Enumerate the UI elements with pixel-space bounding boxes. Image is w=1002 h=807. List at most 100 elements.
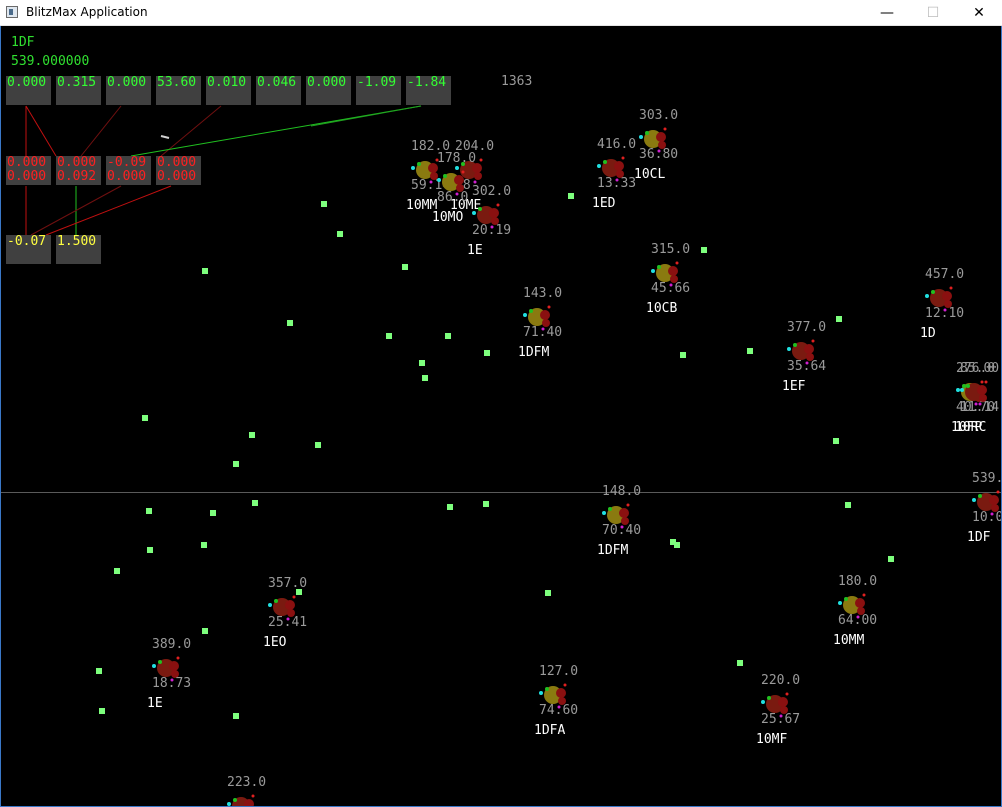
food-pellet xyxy=(568,193,574,199)
food-pellet xyxy=(845,502,851,508)
input-node-7: -1.09 xyxy=(356,76,401,105)
food-pellet xyxy=(422,375,428,381)
creature-species: 1DFM xyxy=(597,543,629,558)
creature-species: 1E xyxy=(147,696,163,711)
output-node-1: 1.500 xyxy=(56,235,101,264)
hidden-node-2: -0.09 0.000 xyxy=(106,156,151,185)
food-pellet xyxy=(737,660,743,666)
food-pellet xyxy=(201,542,207,548)
creature-species: 1DFA xyxy=(534,723,566,738)
food-pellet xyxy=(96,668,102,674)
input-node-6: 0.000 xyxy=(306,76,351,105)
input-node-5: 0.046 xyxy=(256,76,301,105)
food-pellet xyxy=(99,708,105,714)
hidden-node-0: 0.000 0.000 xyxy=(6,156,51,185)
food-pellet xyxy=(484,350,490,356)
creature-energy: 416.0 xyxy=(597,137,637,152)
food-pellet xyxy=(888,556,894,562)
creature-age: 11.14 xyxy=(960,400,1000,415)
simulation-canvas[interactable]: 1DF 539.000000 1363 0.000 0.315 0.000 53.60… xyxy=(1,26,1001,806)
minimize-button[interactable]: — xyxy=(864,0,910,26)
creature-age: 25.41 xyxy=(268,615,308,630)
maximize-button[interactable]: ☐ xyxy=(910,0,956,26)
creature-energy: 180.0 xyxy=(838,574,878,589)
creature-species: 10MF xyxy=(756,732,788,747)
creature-energy: 302.0 xyxy=(472,184,512,199)
food-pellet xyxy=(147,547,153,553)
creature-species: 10CL xyxy=(634,167,666,182)
input-node-8: -1.84 xyxy=(406,76,451,105)
creature-energy: 303.0 xyxy=(639,108,679,123)
creature-age: 13.33 xyxy=(597,176,637,191)
creature-energy: 143.0 xyxy=(523,286,563,301)
population-count: 1363 xyxy=(501,74,533,89)
creature-energy: 357.0 xyxy=(268,576,308,591)
creature-age: 64.00 xyxy=(838,613,878,628)
creature-energy: 178.0 xyxy=(437,151,477,166)
creature-energy: 127.0 xyxy=(539,664,579,679)
close-button[interactable]: ✕ xyxy=(956,0,1002,26)
creature-age: 25.67 xyxy=(761,712,801,727)
food-pellet xyxy=(747,348,753,354)
creature-age: 18.73 xyxy=(152,676,192,691)
creature-energy: 148.0 xyxy=(602,484,642,499)
creature-energy: 539. xyxy=(972,471,1001,486)
food-pellet xyxy=(321,201,327,207)
input-node-3: 53.60 xyxy=(156,76,201,105)
food-pellet xyxy=(337,231,343,237)
food-pellet xyxy=(210,510,216,516)
creature-body xyxy=(227,794,255,806)
input-node-0: 0.000 xyxy=(6,76,51,105)
creature-age: 70.40 xyxy=(602,523,642,538)
creature-species: 1ED xyxy=(592,196,616,211)
creature-energy: 223.0 xyxy=(227,775,267,790)
creature-energy: 389.0 xyxy=(152,637,192,652)
selected-creature-value: 539.000000 xyxy=(11,54,90,69)
creature-species: 10MO xyxy=(432,210,464,225)
food-pellet xyxy=(680,352,686,358)
food-pellet xyxy=(419,360,425,366)
creature-species: 10CB xyxy=(646,301,678,316)
creature-species: 1DFM xyxy=(518,345,550,360)
creature-species: 1DF xyxy=(967,530,991,545)
food-pellet xyxy=(386,333,392,339)
food-pellet xyxy=(233,461,239,467)
input-node-2: 0.000 xyxy=(106,76,151,105)
creature-age: 36.80 xyxy=(639,147,679,162)
food-pellet xyxy=(252,500,258,506)
food-pellet xyxy=(142,415,148,421)
creature-energy: 457.0 xyxy=(925,267,965,282)
food-pellet xyxy=(202,628,208,634)
creature-species: 1EF xyxy=(782,379,806,394)
creature-age: 12.10 xyxy=(925,306,965,321)
app-icon xyxy=(6,6,18,18)
creature-age: 10.0 xyxy=(972,510,1001,525)
creature-age: 86.0 xyxy=(437,190,469,205)
output-node-0: -0.07 xyxy=(6,235,51,264)
window-title: BlitzMax Application xyxy=(26,5,148,19)
hidden-node-1: 0.000 0.092 xyxy=(56,156,101,185)
food-pellet xyxy=(701,247,707,253)
food-pellet xyxy=(249,432,255,438)
creature-energy: 315.0 xyxy=(651,242,691,257)
network-wires xyxy=(25,105,422,236)
food-pellet xyxy=(674,542,680,548)
creature-species: 1EO xyxy=(263,635,287,650)
title-bar: BlitzMax Application — ☐ ✕ xyxy=(0,0,1002,26)
creature-age: 35.64 xyxy=(787,359,827,374)
food-pellet xyxy=(287,320,293,326)
creature-age: 74.60 xyxy=(539,703,579,718)
creature-species: 10RC xyxy=(955,420,987,435)
creature-energy: 85.00 xyxy=(960,361,1000,376)
creature-age: 71.40 xyxy=(523,325,563,340)
creature-energy: 377.0 xyxy=(787,320,827,335)
food-pellet xyxy=(233,713,239,719)
creature-age: 20.19 xyxy=(472,223,512,238)
creature-species: 1D xyxy=(920,326,936,341)
hidden-node-3: 0.000 0.000 xyxy=(156,156,201,185)
selected-creature-name: 1DF xyxy=(11,35,35,50)
food-pellet xyxy=(483,501,489,507)
food-pellet xyxy=(114,568,120,574)
input-node-4: 0.010 xyxy=(206,76,251,105)
food-pellet xyxy=(545,590,551,596)
